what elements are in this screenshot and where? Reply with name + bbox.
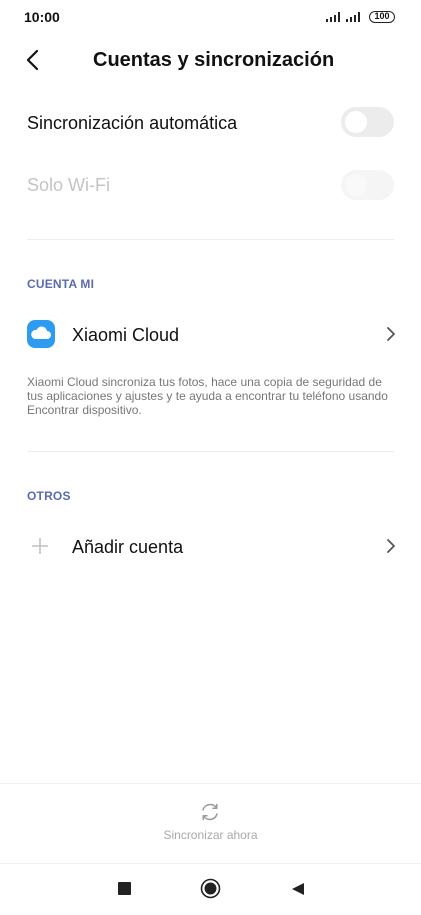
recents-square-icon[interactable] <box>118 882 131 895</box>
signal-icon-2 <box>346 12 360 22</box>
section-header-others: OTROS <box>27 489 71 503</box>
battery-icon: 100 <box>369 11 395 23</box>
toggle-knob <box>345 174 367 196</box>
plus-icon <box>32 538 48 554</box>
xiaomi-cloud-description: Xiaomi Cloud sincroniza tus fotos, hace … <box>27 375 388 417</box>
wifi-only-label: Solo Wi-Fi <box>27 175 111 195</box>
divider <box>27 451 394 452</box>
auto-sync-label: Sincronización automática <box>27 113 238 133</box>
top-app-bar: Cuentas y sincronización <box>0 40 421 84</box>
back-triangle-icon[interactable] <box>291 882 305 896</box>
page-title: Cuentas y sincronización <box>93 49 335 71</box>
sync-icon[interactable] <box>199 801 221 823</box>
divider <box>27 239 394 240</box>
auto-sync-toggle[interactable] <box>341 107 394 137</box>
wifi-only-row: Solo Wi-Fi <box>0 166 421 206</box>
toggle-knob <box>345 111 367 133</box>
xiaomi-cloud-row[interactable]: Xiaomi Cloud <box>0 312 421 356</box>
add-account-label: Añadir cuenta <box>72 537 184 557</box>
wifi-only-toggle <box>341 170 394 200</box>
sync-now-label[interactable]: Sincronizar ahora <box>0 828 421 842</box>
section-header-mi-account: CUENTA MI <box>27 277 95 291</box>
home-circle-icon[interactable] <box>200 878 221 899</box>
status-bar: 10:00 100 <box>0 0 421 34</box>
cloud-icon <box>27 320 55 348</box>
sync-now-area: Sincronizar ahora <box>0 783 421 864</box>
chevron-right-icon <box>387 539 395 553</box>
xiaomi-cloud-label: Xiaomi Cloud <box>72 325 180 345</box>
back-arrow-icon[interactable] <box>22 48 46 72</box>
clock: 10:00 <box>24 9 60 25</box>
system-nav-bar <box>0 863 421 915</box>
add-account-row[interactable]: Añadir cuenta <box>0 524 421 568</box>
signal-icon <box>326 12 340 22</box>
chevron-right-icon <box>387 327 395 341</box>
auto-sync-row[interactable]: Sincronización automática <box>0 103 421 143</box>
